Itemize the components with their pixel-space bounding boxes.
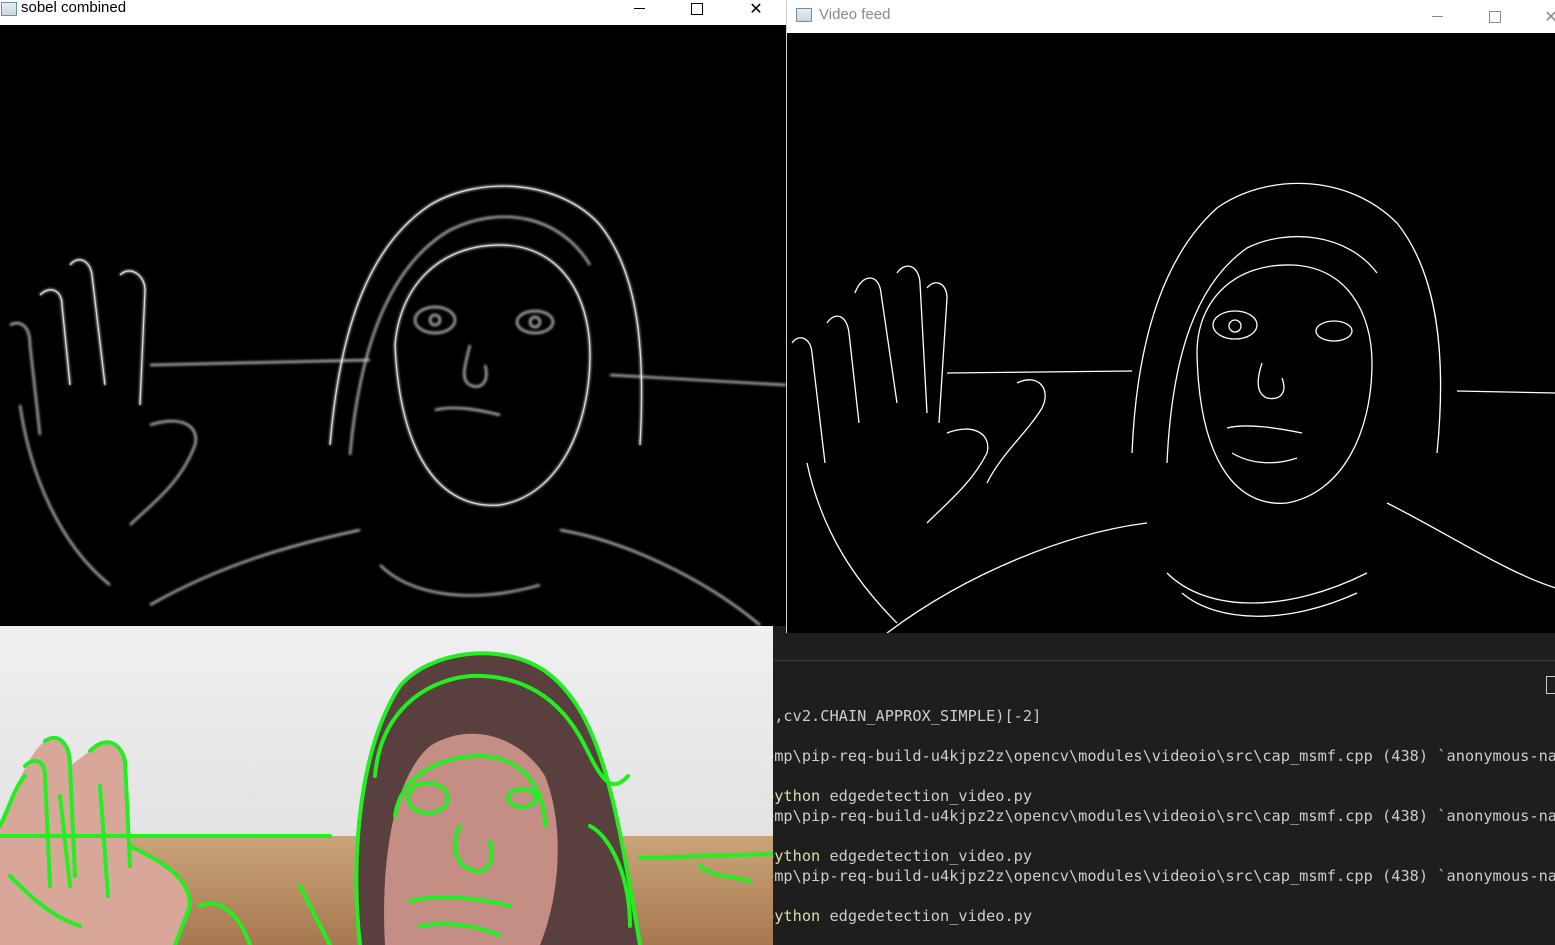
maximize-button[interactable] (668, 0, 726, 25)
terminal-command: python (773, 787, 821, 805)
terminal-divider (773, 660, 1555, 661)
window-title: sobel combined (21, 0, 127, 16)
maximize-icon (1489, 10, 1501, 23)
close-button[interactable]: ✕ (727, 0, 785, 25)
sobel-combined-window[interactable]: sobel combined ✕ (0, 0, 786, 626)
terminal-maximize-icon[interactable] (1546, 676, 1555, 694)
terminal-line: E,cv2.CHAIN_APPROX_SIMPLE)[-2] (773, 706, 1555, 726)
terminal-line: python edgedetection_video.py (773, 846, 1555, 866)
terminal-text: edgedetection_video.py (820, 907, 1033, 925)
maximize-button[interactable] (1466, 0, 1524, 33)
terminal-line: emp\pip-req-build-u4kjpz2z\opencv\module… (773, 866, 1555, 886)
terminal-text: emp\pip-req-build-u4kjpz2z\opencv\module… (773, 867, 1555, 885)
terminal-line: python edgedetection_video.py (773, 906, 1555, 926)
terminal-line: emp\pip-req-build-u4kjpz2z\opencv\module… (773, 746, 1555, 766)
minimize-icon (633, 8, 645, 9)
window-title: Video feed (819, 6, 891, 23)
terminal-text: E,cv2.CHAIN_APPROX_SIMPLE)[-2] (773, 707, 1042, 725)
maximize-icon (691, 2, 703, 15)
sobel-edge-image (0, 25, 786, 626)
contours-window[interactable] (0, 626, 773, 945)
contour-overlay-image (0, 626, 773, 945)
close-icon: ✕ (1544, 7, 1555, 26)
terminal-panel[interactable]: E,cv2.CHAIN_APPROX_SIMPLE)[-2] emp\pip-re… (773, 632, 1555, 945)
minimize-button[interactable] (610, 0, 668, 25)
close-button[interactable]: ✕ (1522, 0, 1555, 33)
video-feed-window[interactable]: Video feed ✕ (786, 0, 1555, 633)
title-bar[interactable]: sobel combined ✕ (0, 0, 786, 25)
terminal-line: python edgedetection_video.py (773, 786, 1555, 806)
terminal-text: edgedetection_video.py (820, 787, 1033, 805)
terminal-command: python (773, 907, 821, 925)
terminal-command: python (773, 847, 821, 865)
window-app-icon (1, 2, 17, 16)
title-bar[interactable]: Video feed ✕ (787, 0, 1555, 33)
terminal-output: E,cv2.CHAIN_APPROX_SIMPLE)[-2] emp\pip-re… (773, 706, 1555, 926)
terminal-text: edgedetection_video.py (820, 847, 1033, 865)
terminal-line: emp\pip-req-build-u4kjpz2z\opencv\module… (773, 806, 1555, 826)
terminal-text: emp\pip-req-build-u4kjpz2z\opencv\module… (773, 807, 1555, 825)
minimize-icon (1431, 16, 1443, 17)
close-icon: ✕ (749, 0, 763, 18)
window-app-icon (796, 8, 812, 22)
minimize-button[interactable] (1408, 0, 1466, 33)
terminal-text: emp\pip-req-build-u4kjpz2z\opencv\module… (773, 747, 1555, 765)
canny-edge-image (787, 33, 1555, 633)
